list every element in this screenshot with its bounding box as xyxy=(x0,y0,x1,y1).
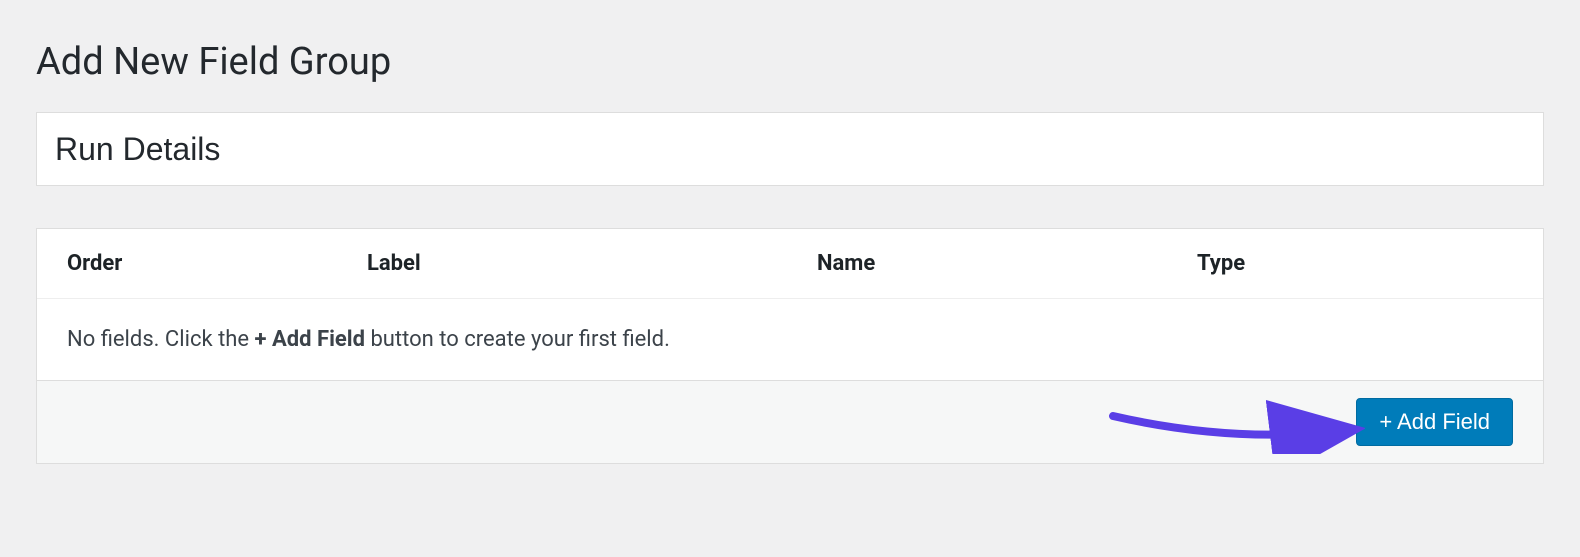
add-field-button[interactable]: + Add Field xyxy=(1356,398,1513,446)
field-group-title-input[interactable] xyxy=(36,112,1544,186)
fields-table-header: Order Label Name Type xyxy=(37,229,1543,299)
annotation-arrow-icon xyxy=(1105,394,1365,454)
column-header-label: Label xyxy=(367,251,817,276)
column-header-type: Type xyxy=(1197,251,1513,276)
empty-suffix: button to create your first field. xyxy=(365,327,670,352)
empty-prefix: No fields. Click the xyxy=(67,327,255,352)
empty-button-ref: + Add Field xyxy=(255,327,365,352)
column-header-order: Order xyxy=(67,251,367,276)
fields-panel-footer: + Add Field xyxy=(37,381,1543,463)
fields-panel: Order Label Name Type No fields. Click t… xyxy=(36,228,1544,464)
page-title: Add New Field Group xyxy=(36,0,1544,112)
column-header-name: Name xyxy=(817,251,1197,276)
empty-fields-message: No fields. Click the + Add Field button … xyxy=(37,299,1543,381)
